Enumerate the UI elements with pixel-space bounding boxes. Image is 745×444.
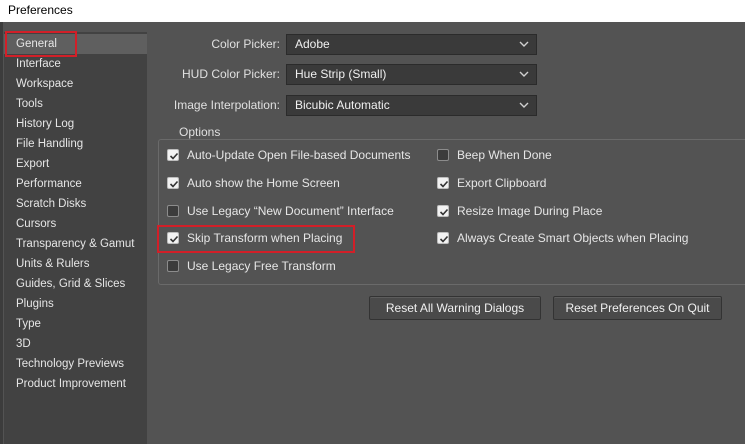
checkbox-label: Use Legacy “New Document” Interface <box>187 204 394 218</box>
checkbox-label: Auto show the Home Screen <box>187 176 340 190</box>
color-picker-dropdown[interactable]: Adobe <box>286 34 537 55</box>
auto-update-documents-checkbox[interactable]: Auto-Update Open File-based Documents <box>167 146 410 164</box>
auto-show-home-screen-checkbox[interactable]: Auto show the Home Screen <box>167 174 340 192</box>
image-interpolation-label: Image Interpolation: <box>173 98 280 112</box>
checkbox-checked-icon[interactable] <box>437 205 449 217</box>
chevron-down-icon <box>519 102 529 108</box>
sidebar-item-guides-grid-slices[interactable]: Guides, Grid & Slices <box>4 274 147 294</box>
hud-color-picker-label: HUD Color Picker: <box>181 67 280 81</box>
sidebar-item-technology-previews[interactable]: Technology Previews <box>4 354 147 374</box>
checkbox-label: Export Clipboard <box>457 176 547 190</box>
checkbox-label: Beep When Done <box>457 148 552 162</box>
sidebar-item-performance[interactable]: Performance <box>4 174 147 194</box>
checkbox-checked-icon[interactable] <box>167 232 179 244</box>
sidebar-item-units-rulers[interactable]: Units & Rulers <box>4 254 147 274</box>
checkbox-label: Use Legacy Free Transform <box>187 259 336 273</box>
window-title: Preferences <box>8 3 73 17</box>
hud-color-picker-value: Hue Strip (Small) <box>295 67 387 81</box>
sidebar-item-scratch-disks[interactable]: Scratch Disks <box>4 194 147 214</box>
checkbox-label: Auto-Update Open File-based Documents <box>187 148 411 162</box>
checkbox-unchecked-icon[interactable] <box>167 205 179 217</box>
reset-preferences-button[interactable]: Reset Preferences On Quit <box>553 296 722 320</box>
sidebar-item-cursors[interactable]: Cursors <box>4 214 147 234</box>
sidebar-item-history-log[interactable]: History Log <box>4 114 147 134</box>
image-interpolation-value: Bicubic Automatic <box>295 98 390 112</box>
color-picker-value: Adobe <box>295 37 330 51</box>
checkbox-label: Always Create Smart Objects when Placing <box>457 231 689 245</box>
export-clipboard-checkbox[interactable]: Export Clipboard <box>437 174 546 192</box>
sidebar-item-plugins[interactable]: Plugins <box>4 294 147 314</box>
checkbox-unchecked-icon[interactable] <box>437 149 449 161</box>
left-edge <box>0 22 3 444</box>
title-bar: Preferences <box>0 0 745 22</box>
chevron-down-icon <box>519 41 529 47</box>
sidebar-item-3d[interactable]: 3D <box>4 334 147 354</box>
checkbox-label: Resize Image During Place <box>457 204 603 218</box>
sidebar-item-product-improvement[interactable]: Product Improvement <box>4 374 147 394</box>
sidebar-item-file-handling[interactable]: File Handling <box>4 134 147 154</box>
legacy-new-document-checkbox[interactable]: Use Legacy “New Document” Interface <box>167 202 394 220</box>
checkbox-checked-icon[interactable] <box>167 177 179 189</box>
skip-transform-checkbox[interactable]: Skip Transform when Placing <box>167 229 342 247</box>
image-interpolation-dropdown[interactable]: Bicubic Automatic <box>286 95 537 116</box>
checkbox-unchecked-icon[interactable] <box>167 260 179 272</box>
checkbox-label: Skip Transform when Placing <box>187 231 343 245</box>
reset-warning-dialogs-button[interactable]: Reset All Warning Dialogs <box>369 296 541 320</box>
sidebar-item-export[interactable]: Export <box>4 154 147 174</box>
resize-image-during-place-checkbox[interactable]: Resize Image During Place <box>437 202 602 220</box>
chevron-down-icon <box>519 71 529 77</box>
color-picker-label: Color Picker: <box>211 37 280 51</box>
checkbox-checked-icon[interactable] <box>167 149 179 161</box>
legacy-free-transform-checkbox[interactable]: Use Legacy Free Transform <box>167 257 336 275</box>
options-legend: Options <box>173 125 227 139</box>
hud-color-picker-dropdown[interactable]: Hue Strip (Small) <box>286 64 537 85</box>
checkbox-checked-icon[interactable] <box>437 177 449 189</box>
checkbox-checked-icon[interactable] <box>437 232 449 244</box>
sidebar: General Interface Workspace Tools Histor… <box>4 32 147 444</box>
sidebar-item-transparency-gamut[interactable]: Transparency & Gamut <box>4 234 147 254</box>
sidebar-item-type[interactable]: Type <box>4 314 147 334</box>
smart-objects-checkbox[interactable]: Always Create Smart Objects when Placing <box>437 229 688 247</box>
beep-when-done-checkbox[interactable]: Beep When Done <box>437 146 552 164</box>
